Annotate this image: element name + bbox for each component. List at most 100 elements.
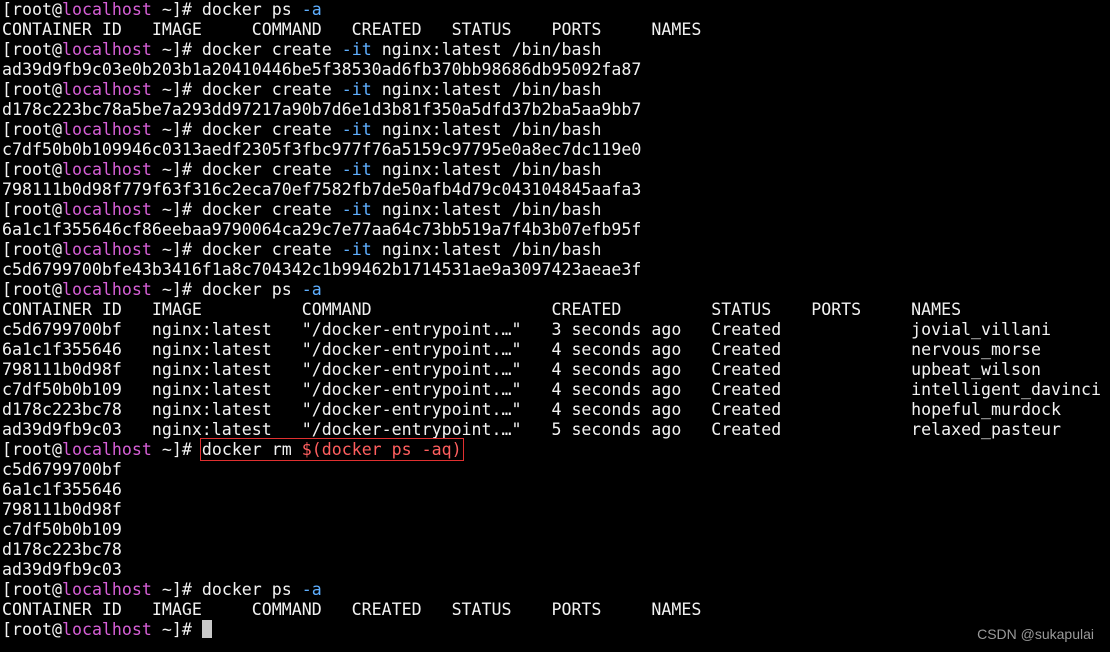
- prompt-line: [root@localhost ~]# docker create -it ng…: [2, 160, 1108, 180]
- command-text: docker rm: [201, 440, 302, 459]
- output-text: ad39d9fb9c03 nginx:latest "/docker-entry…: [2, 420, 1061, 439]
- prompt-line: [root@localhost ~]# docker create -it ng…: [2, 200, 1108, 220]
- prompt-open-bracket: [: [2, 0, 12, 19]
- prompt-open-bracket: [: [2, 160, 12, 179]
- prompt-open-bracket: [: [2, 80, 12, 99]
- prompt-line: [root@localhost ~]# docker ps -a: [2, 0, 1108, 20]
- command-args: nginx:latest /bin/bash: [371, 120, 602, 139]
- prompt-user: root: [12, 580, 52, 599]
- output-text: ad39d9fb9c03: [2, 560, 122, 579]
- prompt-line-highlighted: [root@localhost ~]# docker rm $(docker p…: [2, 438, 1108, 461]
- output-line: c5d6799700bfe43b3416f1a8c704342c1b99462b…: [2, 260, 1108, 280]
- prompt-user: root: [12, 40, 52, 59]
- command-text: docker ps: [201, 0, 302, 19]
- command-text: docker ps: [201, 580, 302, 599]
- prompt-open-bracket: [: [2, 240, 12, 259]
- prompt-cwd: ~]#: [151, 200, 202, 219]
- csdn-watermark: CSDN @sukapulai: [977, 626, 1094, 642]
- prompt-host: localhost: [61, 620, 152, 639]
- prompt-line-active: [root@localhost ~]#: [2, 620, 1108, 640]
- prompt-user: root: [12, 160, 52, 179]
- command-args: nginx:latest /bin/bash: [371, 240, 602, 259]
- prompt-at: @: [51, 580, 62, 599]
- output-text: 798111b0d98f nginx:latest "/docker-entry…: [2, 360, 1041, 379]
- output-text: 6a1c1f355646: [2, 480, 122, 499]
- prompt-host: localhost: [61, 0, 152, 19]
- prompt-open-bracket: [: [2, 580, 12, 599]
- prompt-line: [root@localhost ~]# docker ps -a: [2, 580, 1108, 600]
- prompt-at: @: [51, 80, 62, 99]
- prompt-cwd: ~]#: [151, 160, 202, 179]
- command-text: docker create: [201, 40, 342, 59]
- output-line: c5d6799700bf: [2, 460, 1108, 480]
- prompt-cwd: ~]#: [151, 620, 202, 639]
- command-text: docker create: [201, 120, 342, 139]
- prompt-at: @: [51, 440, 62, 459]
- prompt-host: localhost: [61, 240, 152, 259]
- output-text: d178c223bc78: [2, 540, 122, 559]
- command-flag: -it: [341, 160, 372, 179]
- output-text: c7df50b0b109 nginx:latest "/docker-entry…: [2, 380, 1101, 399]
- prompt-host: localhost: [61, 440, 152, 459]
- output-line: c7df50b0b109946c0313aedf2305f3fbc977f76a…: [2, 140, 1108, 160]
- output-line: c5d6799700bf nginx:latest "/docker-entry…: [2, 320, 1108, 340]
- prompt-user: root: [12, 200, 52, 219]
- command-args: nginx:latest /bin/bash: [371, 160, 602, 179]
- terminal-window[interactable]: [root@localhost ~]# docker ps -a CONTAINE…: [2, 0, 1108, 652]
- command-flag: -it: [341, 200, 372, 219]
- output-line: 6a1c1f355646cf86eebaa9790064ca29c7e77aa6…: [2, 220, 1108, 240]
- command-flag: -a: [301, 280, 322, 299]
- command-flag: -a: [301, 580, 322, 599]
- prompt-cwd: ~]#: [151, 240, 202, 259]
- prompt-at: @: [51, 280, 62, 299]
- output-line: 798111b0d98f: [2, 500, 1108, 520]
- prompt-at: @: [51, 120, 62, 139]
- prompt-at: @: [51, 240, 62, 259]
- prompt-user: root: [12, 240, 52, 259]
- output-line: CONTAINER ID IMAGE COMMAND CREATED STATU…: [2, 20, 1108, 40]
- output-text: ad39d9fb9c03e0b203b1a20410446be5f38530ad…: [2, 60, 642, 79]
- command-flag: -it: [341, 80, 372, 99]
- prompt-user: root: [12, 80, 52, 99]
- output-line: c7df50b0b109 nginx:latest "/docker-entry…: [2, 380, 1108, 400]
- prompt-user: root: [12, 120, 52, 139]
- prompt-at: @: [51, 160, 62, 179]
- output-text: 798111b0d98f779f63f316c2eca70ef7582fb7de…: [2, 180, 642, 199]
- prompt-cwd: ~]#: [151, 280, 202, 299]
- output-line: CONTAINER ID IMAGE COMMAND CREATED STATU…: [2, 600, 1108, 620]
- prompt-at: @: [51, 40, 62, 59]
- output-text: 6a1c1f355646 nginx:latest "/docker-entry…: [2, 340, 1041, 359]
- output-text: d178c223bc78 nginx:latest "/docker-entry…: [2, 400, 1061, 419]
- prompt-host: localhost: [61, 160, 152, 179]
- command-text: docker create: [201, 80, 342, 99]
- command-flag: -it: [341, 240, 372, 259]
- command-args: nginx:latest /bin/bash: [371, 200, 602, 219]
- command-text: docker ps: [201, 280, 302, 299]
- prompt-open-bracket: [: [2, 200, 12, 219]
- highlighted-command-box: docker rm $(docker ps -aq): [199, 438, 464, 461]
- output-text: c5d6799700bf: [2, 460, 122, 479]
- text-cursor[interactable]: [201, 620, 212, 638]
- prompt-user: root: [12, 440, 52, 459]
- command-flag: -it: [341, 120, 372, 139]
- output-text: 798111b0d98f: [2, 500, 122, 519]
- command-args: nginx:latest /bin/bash: [371, 40, 602, 59]
- output-text: d178c223bc78a5be7a293dd97217a90b7d6e1d3b…: [2, 100, 642, 119]
- command-text: docker create: [201, 200, 342, 219]
- output-line: ad39d9fb9c03: [2, 560, 1108, 580]
- prompt-cwd: ~]#: [151, 40, 202, 59]
- output-line: d178c223bc78a5be7a293dd97217a90b7d6e1d3b…: [2, 100, 1108, 120]
- command-substitution: $(docker ps -aq): [301, 440, 462, 459]
- output-text: c7df50b0b109946c0313aedf2305f3fbc977f76a…: [2, 140, 642, 159]
- prompt-cwd: ~]#: [151, 440, 202, 459]
- prompt-host: localhost: [61, 280, 152, 299]
- prompt-cwd: ~]#: [151, 120, 202, 139]
- prompt-user: root: [12, 280, 52, 299]
- prompt-cwd: ~]#: [151, 80, 202, 99]
- prompt-user: root: [12, 620, 52, 639]
- output-line: c7df50b0b109: [2, 520, 1108, 540]
- command-text: docker create: [201, 160, 342, 179]
- output-text: c7df50b0b109: [2, 520, 122, 539]
- command-text: docker create: [201, 240, 342, 259]
- prompt-line: [root@localhost ~]# docker create -it ng…: [2, 120, 1108, 140]
